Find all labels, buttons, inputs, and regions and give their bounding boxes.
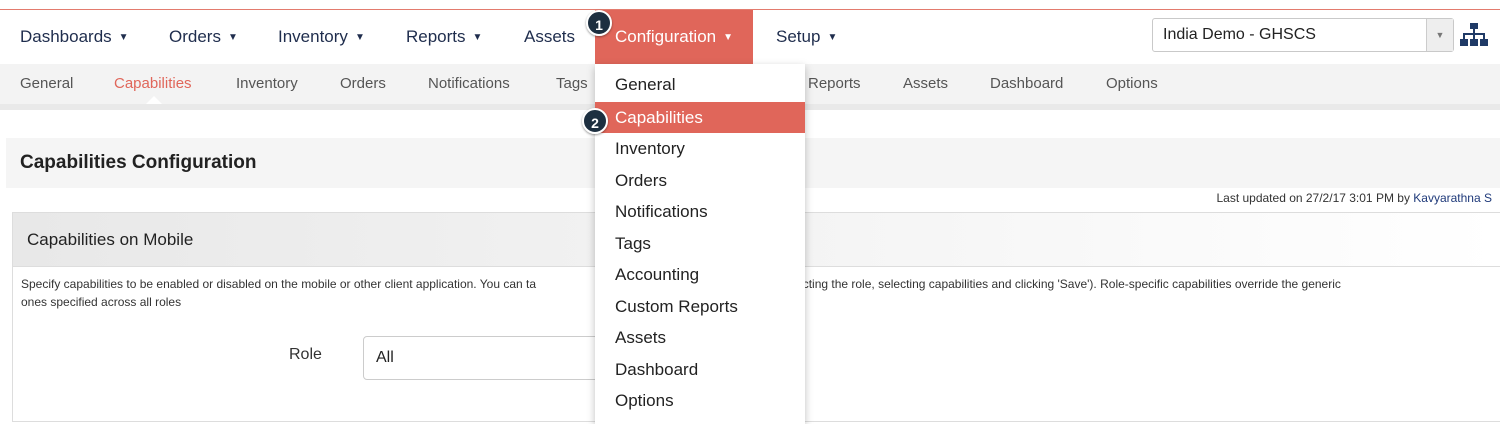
- role-label: Role: [289, 346, 322, 363]
- menu-item-options[interactable]: Options: [595, 385, 805, 416]
- step-badge-2: 2: [582, 108, 608, 134]
- caret-down-icon: ▼: [227, 32, 238, 43]
- nav-setup-label: Setup: [776, 27, 821, 46]
- nav-configuration-label: Configuration: [615, 27, 717, 46]
- menu-item-accounting[interactable]: Accounting: [595, 259, 805, 290]
- nav-configuration[interactable]: Configuration ▼: [595, 10, 754, 64]
- subnav-dashboard[interactable]: Dashboard: [990, 64, 1063, 104]
- nav-assets[interactable]: Assets: [524, 10, 575, 64]
- menu-item-notifications[interactable]: Notifications: [595, 196, 805, 227]
- subnav-options[interactable]: Options: [1106, 64, 1158, 104]
- panel-description-left: Specify capabilities to be enabled or di…: [21, 277, 537, 291]
- subnav-reports[interactable]: Reports: [808, 64, 861, 104]
- configuration-dropdown-menu: General Capabilities Inventory Orders No…: [595, 64, 805, 424]
- top-border: [0, 0, 1500, 10]
- nav-setup[interactable]: Setup ▼: [776, 10, 837, 64]
- domain-selector[interactable]: India Demo - GHSCS ▼: [1152, 18, 1454, 52]
- nav-dashboards[interactable]: Dashboards ▼: [20, 10, 129, 64]
- role-select[interactable]: All: [363, 336, 613, 380]
- panel-description-right: first selecting the role, selecting capa…: [758, 277, 1341, 291]
- subnav-inventory[interactable]: Inventory: [236, 64, 298, 104]
- menu-item-dashboard[interactable]: Dashboard: [595, 354, 805, 385]
- nav-reports-label: Reports: [406, 27, 466, 46]
- nav-assets-label: Assets: [524, 27, 576, 46]
- step-badge-1: 1: [586, 10, 612, 36]
- menu-item-orders[interactable]: Orders: [595, 165, 805, 196]
- nav-orders[interactable]: Orders ▼: [169, 10, 238, 64]
- last-updated: Last updated on 27/2/17 3:01 PM by Kavya…: [1216, 190, 1492, 206]
- subnav-notifications[interactable]: Notifications: [428, 64, 510, 104]
- domain-selector-value: India Demo - GHSCS: [1163, 26, 1316, 43]
- subnav-tags[interactable]: Tags: [556, 64, 588, 104]
- caret-down-icon: ▼: [827, 32, 838, 43]
- last-updated-user-link[interactable]: Kavyarathna S: [1413, 191, 1492, 205]
- menu-item-capabilities[interactable]: Capabilities: [595, 102, 805, 133]
- role-select-value: All: [376, 349, 394, 366]
- nav-dashboards-label: Dashboards: [20, 27, 112, 46]
- nav-reports[interactable]: Reports ▼: [406, 10, 482, 64]
- caret-down-icon: ▼: [354, 32, 365, 43]
- nav-inventory[interactable]: Inventory ▼: [278, 10, 365, 64]
- nav-inventory-label: Inventory: [278, 27, 348, 46]
- nav-orders-label: Orders: [169, 27, 221, 46]
- panel-description-line2: ones specified across all roles: [21, 295, 182, 309]
- menu-item-tags[interactable]: Tags: [595, 228, 805, 259]
- menu-item-inventory[interactable]: Inventory: [595, 133, 805, 164]
- menu-item-assets[interactable]: Assets: [595, 322, 805, 353]
- active-tab-pointer: [146, 96, 162, 104]
- sitemap-icon[interactable]: [1460, 22, 1488, 48]
- select-arrow-icon[interactable]: ▼: [1426, 19, 1453, 51]
- last-updated-text: Last updated on 27/2/17 3:01 PM by: [1216, 191, 1414, 205]
- page-title: Capabilities Configuration: [20, 152, 257, 173]
- caret-down-icon: ▼: [118, 32, 129, 43]
- panel-title: Capabilities on Mobile: [27, 230, 194, 249]
- menu-item-general[interactable]: General: [595, 69, 805, 100]
- menu-item-custom-reports[interactable]: Custom Reports: [595, 291, 805, 322]
- caret-down-icon: ▼: [472, 32, 483, 43]
- subnav-general[interactable]: General: [20, 64, 73, 104]
- caret-down-icon: ▼: [723, 32, 734, 43]
- subnav-orders[interactable]: Orders: [340, 64, 386, 104]
- subnav-assets[interactable]: Assets: [903, 64, 948, 104]
